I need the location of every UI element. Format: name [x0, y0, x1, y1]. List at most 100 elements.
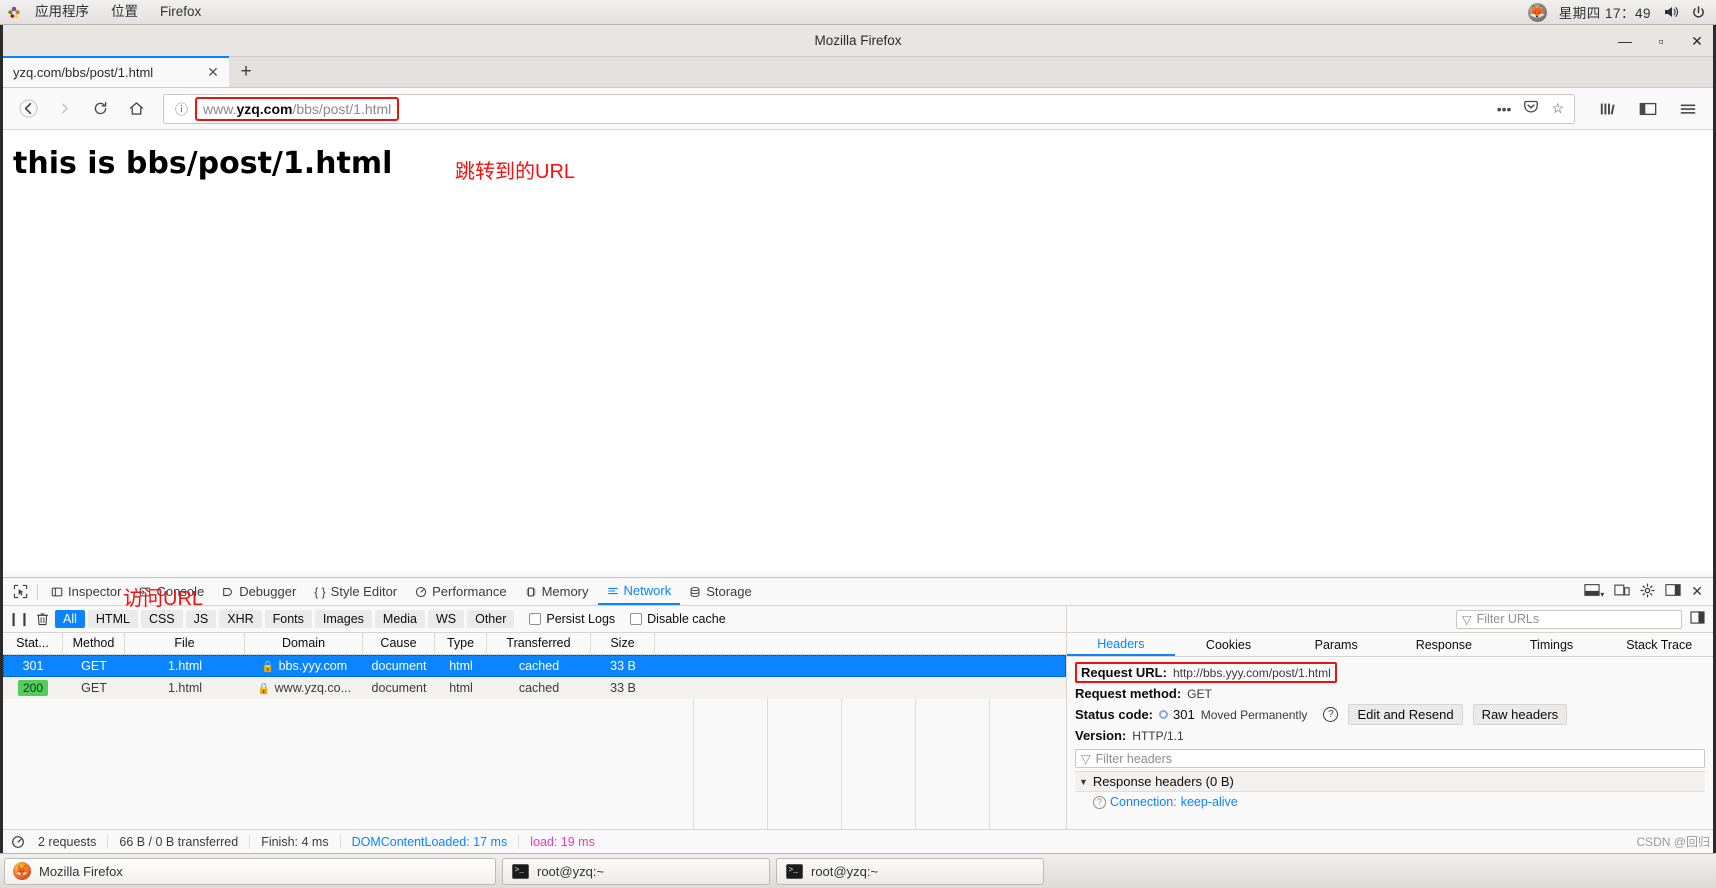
url-bar[interactable]: ⓘ www. yzq.com/bbs/post/1.html ••• ☆ [163, 93, 1575, 124]
filter-other[interactable]: Other [467, 610, 515, 628]
filter-media[interactable]: Media [374, 610, 425, 628]
col-domain[interactable]: Domain [245, 633, 363, 654]
info-icon[interactable]: ? [1093, 795, 1106, 809]
persist-logs-label: Persist Logs [546, 612, 616, 626]
taskbar-item-terminal-1[interactable]: >_ root@yzq:~ [502, 857, 770, 885]
tab-stack-trace[interactable]: Stack Trace [1605, 633, 1713, 656]
page-actions-icon[interactable]: ••• [1497, 101, 1512, 117]
debugger-icon [222, 586, 234, 598]
filter-all[interactable]: All [55, 610, 85, 628]
funnel-icon: ▽ [1462, 612, 1472, 627]
dock-bottom-icon[interactable]: ▾ [1584, 583, 1604, 600]
tab-headers[interactable]: Headers [1067, 633, 1175, 656]
edit-and-resend-button[interactable]: Edit and Resend [1348, 704, 1463, 725]
filter-html[interactable]: HTML [87, 610, 138, 628]
col-transferred[interactable]: Transferred [487, 633, 591, 654]
maximize-button[interactable]: ▫ [1653, 34, 1669, 48]
url-prefix: www. [203, 100, 237, 117]
raw-headers-button[interactable]: Raw headers [1472, 704, 1568, 725]
row-domain-label: www.yzq.co... [274, 681, 352, 695]
performance-analysis-icon[interactable] [9, 835, 27, 849]
col-size[interactable]: Size [591, 633, 655, 654]
tab-timings[interactable]: Timings [1498, 633, 1606, 656]
power-icon[interactable] [1691, 5, 1706, 20]
request-url-label: Request URL: [1081, 665, 1167, 680]
volume-icon[interactable] [1663, 4, 1679, 20]
menu-places[interactable]: 位置 [100, 1, 149, 23]
filter-js[interactable]: JS [185, 610, 217, 628]
filter-images[interactable]: Images [314, 610, 372, 628]
col-method[interactable]: Method [63, 633, 125, 654]
taskbar-item-firefox[interactable]: 🦊 Mozilla Firefox [4, 857, 496, 885]
tab-close-icon[interactable]: ✕ [203, 64, 223, 81]
tab-memory[interactable]: Memory [516, 578, 598, 605]
tab-performance[interactable]: Performance [406, 578, 515, 605]
pocket-icon[interactable] [1523, 99, 1539, 118]
filter-css[interactable]: CSS [140, 610, 183, 628]
library-icon[interactable] [1593, 94, 1623, 124]
tab-cookies[interactable]: Cookies [1175, 633, 1283, 656]
row-cause: document [371, 659, 427, 673]
tab-storage[interactable]: Storage [680, 578, 761, 605]
table-row[interactable]: 200 GET 1.html 🔒 www.yzq.co... document … [3, 677, 1066, 699]
menu-icon[interactable] [1673, 94, 1703, 124]
filter-headers-input[interactable]: ▽ Filter headers [1075, 749, 1705, 768]
menu-firefox[interactable]: Firefox [149, 1, 212, 23]
tab-response[interactable]: Response [1390, 633, 1498, 656]
firefox-tray-icon[interactable]: 🦊 [1527, 2, 1547, 22]
filter-ws[interactable]: WS [427, 610, 465, 628]
row-domain-label: bbs.yyy.com [278, 659, 348, 673]
tab-inspector[interactable]: Inspector [42, 578, 130, 605]
close-window-button[interactable]: ✕ [1689, 34, 1705, 48]
trash-icon[interactable] [32, 612, 52, 626]
taskbar-item-terminal-2[interactable]: >_ root@yzq:~ [776, 857, 1044, 885]
tab-debugger[interactable]: Debugger [213, 578, 305, 605]
pause-icon[interactable]: ❙❙ [8, 611, 30, 627]
browser-tab[interactable]: yzq.com/bbs/post/1.html ✕ [3, 56, 229, 87]
row-file: 1.html [167, 681, 203, 695]
network-status-bar: 2 requests 66 B / 0 B transferred Finish… [3, 829, 1713, 853]
persist-logs-checkbox[interactable]: Persist Logs [529, 612, 615, 626]
filter-xhr[interactable]: XHR [219, 610, 262, 628]
filter-fonts[interactable]: Fonts [264, 610, 312, 628]
home-button-icon[interactable] [121, 94, 151, 124]
close-devtools-icon[interactable]: ✕ [1691, 583, 1703, 600]
tab-label: Storage [706, 584, 752, 599]
row-size: 33 B [610, 681, 636, 695]
menu-applications[interactable]: 应用程序 [24, 1, 100, 23]
col-cause[interactable]: Cause [363, 633, 435, 654]
grid-line [841, 699, 842, 829]
tab-label: Inspector [68, 584, 122, 599]
sidebar-icon[interactable] [1633, 94, 1663, 124]
filter-urls-input[interactable]: ▽ Filter URLs [1456, 609, 1682, 629]
page-viewport: this is bbs/post/1.html 跳转到的URL [3, 130, 1713, 571]
toggle-sidebar-icon[interactable] [1690, 611, 1705, 627]
tab-network[interactable]: Network [597, 578, 681, 605]
reload-button-icon[interactable] [85, 94, 115, 124]
minimize-button[interactable]: — [1617, 34, 1633, 48]
tab-style-editor[interactable]: { } Style Editor [305, 578, 406, 605]
help-icon[interactable]: ? [1323, 707, 1339, 722]
table-row[interactable]: 301 GET 1.html 🔒 bbs.yyy.com document ht… [3, 655, 1066, 677]
row-size: 33 B [610, 659, 636, 673]
panel-clock[interactable]: 星期四 17：49 [1559, 2, 1651, 22]
col-type[interactable]: Type [435, 633, 487, 654]
bookmark-star-icon[interactable]: ☆ [1551, 100, 1564, 117]
response-headers-section[interactable]: ▼ Response headers (0 B) [1075, 771, 1705, 792]
performance-icon [415, 586, 427, 598]
dock-side-icon[interactable] [1665, 583, 1681, 600]
new-tab-button[interactable]: + [229, 56, 263, 87]
tab-label: Network [623, 583, 672, 598]
page-info-icon[interactable]: ⓘ [172, 99, 191, 118]
col-status[interactable]: Stat... [3, 633, 63, 654]
col-file[interactable]: File [125, 633, 245, 654]
status-code-row: Status code: 301 Moved Permanently ? Edi… [1075, 704, 1705, 725]
gear-icon[interactable] [1640, 583, 1655, 601]
tab-params[interactable]: Params [1282, 633, 1390, 656]
responsive-design-icon[interactable] [1614, 583, 1630, 600]
url-host: yzq.com [236, 100, 293, 117]
back-button-icon[interactable] [13, 94, 43, 124]
tab-label: Style Editor [330, 584, 398, 599]
disable-cache-checkbox[interactable]: Disable cache [630, 612, 726, 626]
element-picker-icon[interactable] [7, 581, 33, 603]
